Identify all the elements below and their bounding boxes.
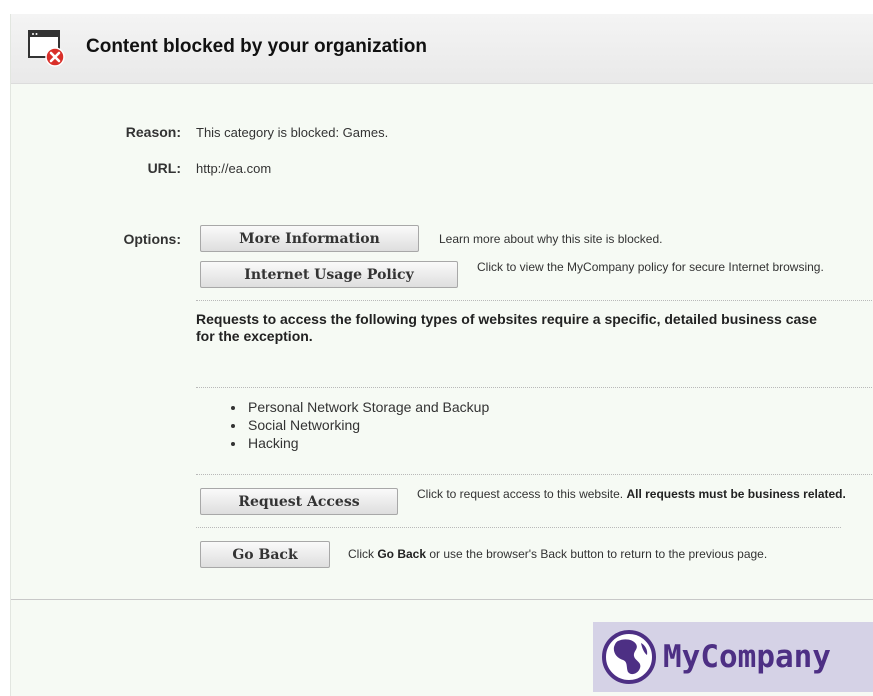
go-back-text-prefix: Click [348, 547, 374, 561]
url-label: URL: [147, 160, 181, 176]
divider [196, 527, 841, 528]
blocked-page: Content blocked by your organization Rea… [10, 14, 873, 696]
request-access-button[interactable]: Request Access [200, 488, 398, 515]
globe-logo-icon [602, 630, 656, 684]
more-information-description: Learn more about why this site is blocke… [439, 232, 663, 246]
options-label: Options: [123, 231, 181, 247]
blocked-window-icon [28, 30, 65, 67]
list-item: Social Networking [246, 416, 489, 434]
list-item: Personal Network Storage and Backup [246, 398, 489, 416]
go-back-text-bold: Go Back [377, 547, 427, 561]
reason-label: Reason: [125, 124, 181, 140]
reason-value: This category is blocked: Games. [196, 125, 389, 140]
footer-divider [11, 599, 873, 600]
divider [196, 474, 873, 475]
request-access-description: Click to request access to this website.… [417, 488, 872, 501]
business-case-notice: Requests to access the following types o… [196, 311, 817, 344]
page-title: Content blocked by your organization [86, 36, 427, 57]
internet-usage-policy-description: Click to view the MyCompany policy for s… [477, 260, 824, 274]
url-value: http://ea.com [196, 161, 272, 176]
company-logo: MyCompany [593, 622, 873, 692]
internet-usage-policy-button[interactable]: Internet Usage Policy [200, 261, 458, 288]
go-back-button[interactable]: Go Back [200, 541, 330, 568]
company-name: MyCompany [663, 639, 831, 675]
page-header: Content blocked by your organization [11, 14, 873, 84]
go-back-text-suffix: or use the browser's Back button to retu… [429, 547, 768, 561]
request-access-warning: All requests must be business related. [626, 487, 846, 501]
request-access-text: Click to request access to this website. [417, 487, 624, 501]
divider [196, 300, 873, 301]
divider [196, 387, 873, 388]
go-back-description: Click Go Back or use the browser's Back … [348, 548, 767, 561]
restricted-categories-list: Personal Network Storage and Backup Soci… [226, 398, 489, 452]
list-item: Hacking [246, 434, 489, 452]
more-information-button[interactable]: More Information [200, 225, 419, 252]
